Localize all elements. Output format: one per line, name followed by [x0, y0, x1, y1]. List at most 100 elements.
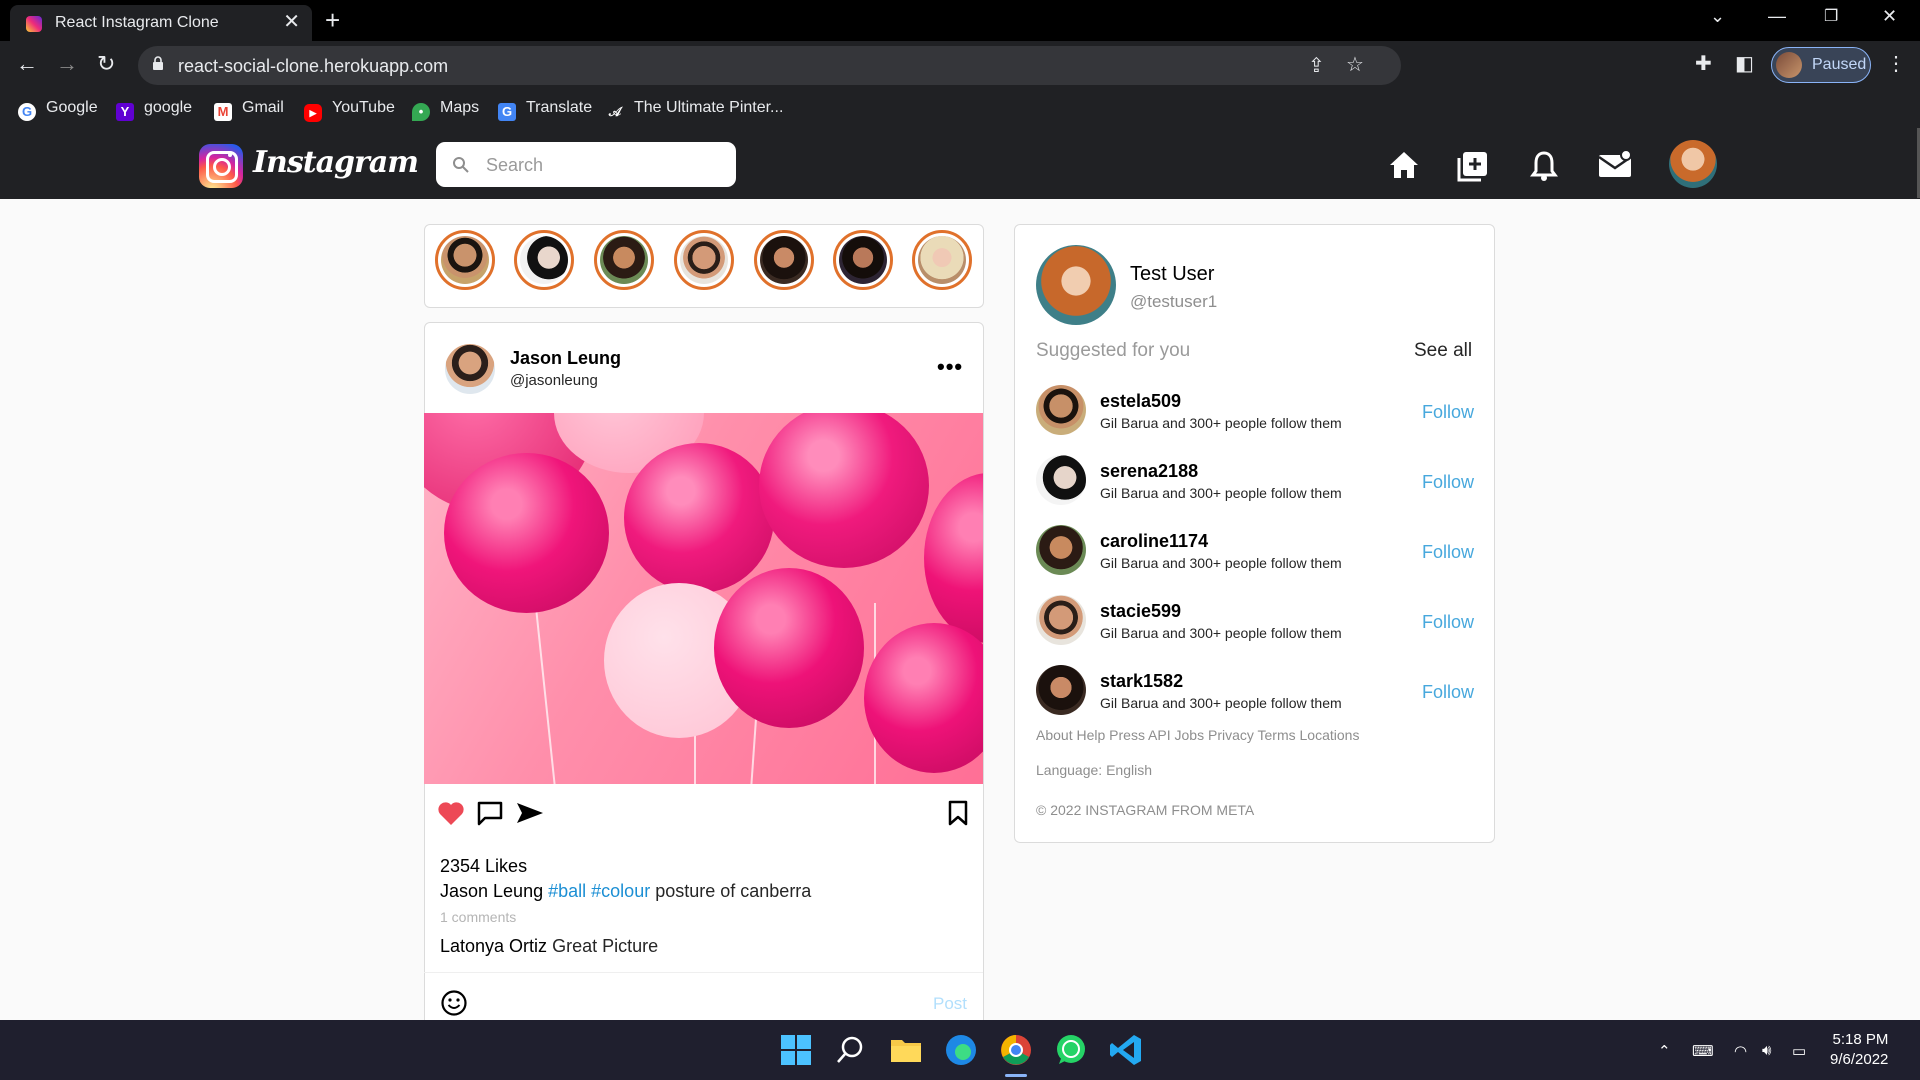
bookmark-gmail[interactable]: M Gmail — [214, 99, 284, 121]
search-icon — [453, 157, 469, 173]
chrome-icon[interactable] — [998, 1032, 1034, 1068]
add-post-icon[interactable] — [1457, 150, 1489, 182]
follow-button[interactable]: Follow — [1422, 542, 1474, 563]
story-avatar[interactable] — [435, 230, 495, 290]
active-app-indicator — [1005, 1074, 1027, 1077]
story-avatar[interactable] — [833, 230, 893, 290]
suggestion-avatar[interactable] — [1036, 595, 1086, 645]
post-image[interactable] — [424, 413, 983, 784]
follow-button[interactable]: Follow — [1422, 472, 1474, 493]
share-icon[interactable]: ⇪ — [1308, 54, 1325, 78]
story-avatar[interactable] — [594, 230, 654, 290]
bookmark-translate[interactable]: G Translate — [498, 99, 592, 121]
suggestion-avatar[interactable] — [1036, 665, 1086, 715]
clock-date: 9/6/2022 — [1830, 1051, 1889, 1068]
volume-icon[interactable]: 🔊︎ — [1762, 1042, 1771, 1059]
story-avatar[interactable] — [912, 230, 972, 290]
tray-chevron-icon[interactable]: ⌃ — [1658, 1042, 1671, 1060]
see-all-link[interactable]: See all — [1414, 340, 1472, 362]
suggestion-username[interactable]: estela509 — [1100, 391, 1181, 412]
menu-kebab-icon[interactable]: ⋮ — [1886, 52, 1906, 76]
language-selector[interactable]: Language: English — [1036, 762, 1152, 778]
suggestion-username[interactable]: serena2188 — [1100, 461, 1198, 482]
vscode-icon[interactable] — [1108, 1032, 1144, 1068]
save-bookmark-icon[interactable] — [947, 800, 969, 826]
home-icon[interactable] — [1388, 150, 1420, 180]
pinterest-icon: 𝒜 — [608, 104, 622, 119]
forward-icon[interactable]: → — [56, 51, 78, 77]
post-comment-button[interactable]: Post — [933, 994, 967, 1014]
suggestion-avatar[interactable] — [1036, 525, 1086, 575]
bookmark-pinterest[interactable]: 𝒜 The Ultimate Pinter... — [606, 99, 784, 121]
file-explorer-icon[interactable] — [888, 1032, 924, 1068]
post-author-avatar[interactable] — [445, 344, 495, 394]
bookmark-google[interactable]: G Google — [18, 99, 98, 121]
post-author-name[interactable]: Jason Leung — [510, 348, 621, 369]
mail-icon[interactable] — [1598, 150, 1632, 178]
edge-icon[interactable] — [943, 1032, 979, 1068]
minimize-icon[interactable]: — — [1768, 6, 1786, 27]
hashtag-link[interactable]: #ball — [548, 881, 586, 901]
story-avatar[interactable] — [754, 230, 814, 290]
comments-count[interactable]: 1 comments — [440, 909, 516, 925]
windows-start-icon[interactable] — [778, 1032, 814, 1068]
bookmark-label: google — [144, 99, 193, 116]
caption-author[interactable]: Jason Leung — [440, 881, 543, 901]
like-heart-icon[interactable] — [437, 800, 465, 826]
tab-close-icon[interactable]: ✕ — [283, 12, 300, 32]
wifi-icon[interactable]: ◠ — [1734, 1042, 1747, 1060]
brand-wordmark[interactable]: Instagram — [253, 145, 419, 180]
tab-search-icon[interactable]: ⌄ — [1710, 6, 1725, 27]
whatsapp-icon[interactable] — [1053, 1032, 1089, 1068]
current-user-avatar[interactable] — [1036, 245, 1116, 325]
suggestion-avatar[interactable] — [1036, 385, 1086, 435]
bookmark-maps[interactable]: • Maps — [412, 99, 479, 121]
suggestion-username[interactable]: stark1582 — [1100, 671, 1183, 692]
bookmark-yahoo[interactable]: Ygoogle — [116, 99, 192, 121]
profile-button[interactable]: Paused — [1771, 47, 1871, 83]
bookmark-label: YouTube — [332, 99, 395, 116]
story-avatar[interactable] — [514, 230, 574, 290]
current-user-name[interactable]: Test User — [1130, 263, 1214, 286]
extensions-icon[interactable]: ✚ — [1695, 52, 1712, 76]
more-options-icon[interactable]: ••• — [937, 356, 963, 378]
battery-icon[interactable]: ▭ — [1792, 1042, 1806, 1060]
search-box[interactable] — [436, 142, 736, 187]
suggestion-username[interactable]: caroline1174 — [1100, 531, 1208, 552]
bookmark-label: Translate — [526, 99, 593, 116]
footer-links[interactable]: About Help Press API Jobs Privacy Terms … — [1036, 727, 1359, 743]
instagram-logo-icon[interactable] — [199, 144, 243, 188]
emoji-icon[interactable] — [440, 989, 468, 1017]
follow-button[interactable]: Follow — [1422, 402, 1474, 423]
window-close-icon[interactable]: ✕ — [1882, 6, 1897, 27]
browser-tab[interactable]: React Instagram Clone ✕ — [10, 5, 312, 41]
suggestion-subtitle: Gil Barua and 300+ people follow them — [1100, 555, 1342, 571]
share-send-icon[interactable] — [515, 800, 545, 826]
profile-avatar[interactable] — [1669, 140, 1717, 188]
search-taskbar-icon[interactable] — [833, 1032, 869, 1068]
suggestion-avatar[interactable] — [1036, 455, 1086, 505]
bookmark-label: Gmail — [242, 99, 284, 116]
address-bar[interactable]: react-social-clone.herokuapp.com ⇪ ☆ — [138, 46, 1401, 85]
new-tab-icon[interactable]: + — [325, 6, 340, 34]
side-panel-icon[interactable]: ◧ — [1735, 52, 1754, 76]
bookmarks-bar: G Google Ygoogle M Gmail ▶ YouTube • Maps GT… — [0, 90, 1920, 129]
search-input[interactable] — [484, 152, 728, 178]
story-avatar[interactable] — [674, 230, 734, 290]
hashtag-link[interactable]: #colour — [591, 881, 650, 901]
follow-button[interactable]: Follow — [1422, 682, 1474, 703]
likes-count: 2354 Likes — [440, 856, 528, 876]
suggestion-username[interactable]: stacie599 — [1100, 601, 1181, 622]
system-clock[interactable]: 5:18 PM 9/6/2022 — [1830, 1030, 1888, 1070]
comment-author[interactable]: Latonya Ortiz — [440, 936, 547, 956]
comment-icon[interactable] — [476, 800, 504, 826]
reload-icon[interactable]: ↻ — [97, 51, 115, 77]
suggestion-subtitle: Gil Barua and 300+ people follow them — [1100, 485, 1342, 501]
keyboard-icon[interactable]: ⌨ — [1692, 1042, 1714, 1060]
bookmark-star-icon[interactable]: ☆ — [1346, 53, 1364, 77]
bookmark-youtube[interactable]: ▶ YouTube — [304, 99, 395, 122]
back-icon[interactable]: ← — [16, 51, 38, 77]
restore-icon[interactable]: ❐ — [1824, 6, 1838, 26]
follow-button[interactable]: Follow — [1422, 612, 1474, 633]
bell-icon[interactable] — [1530, 150, 1558, 182]
